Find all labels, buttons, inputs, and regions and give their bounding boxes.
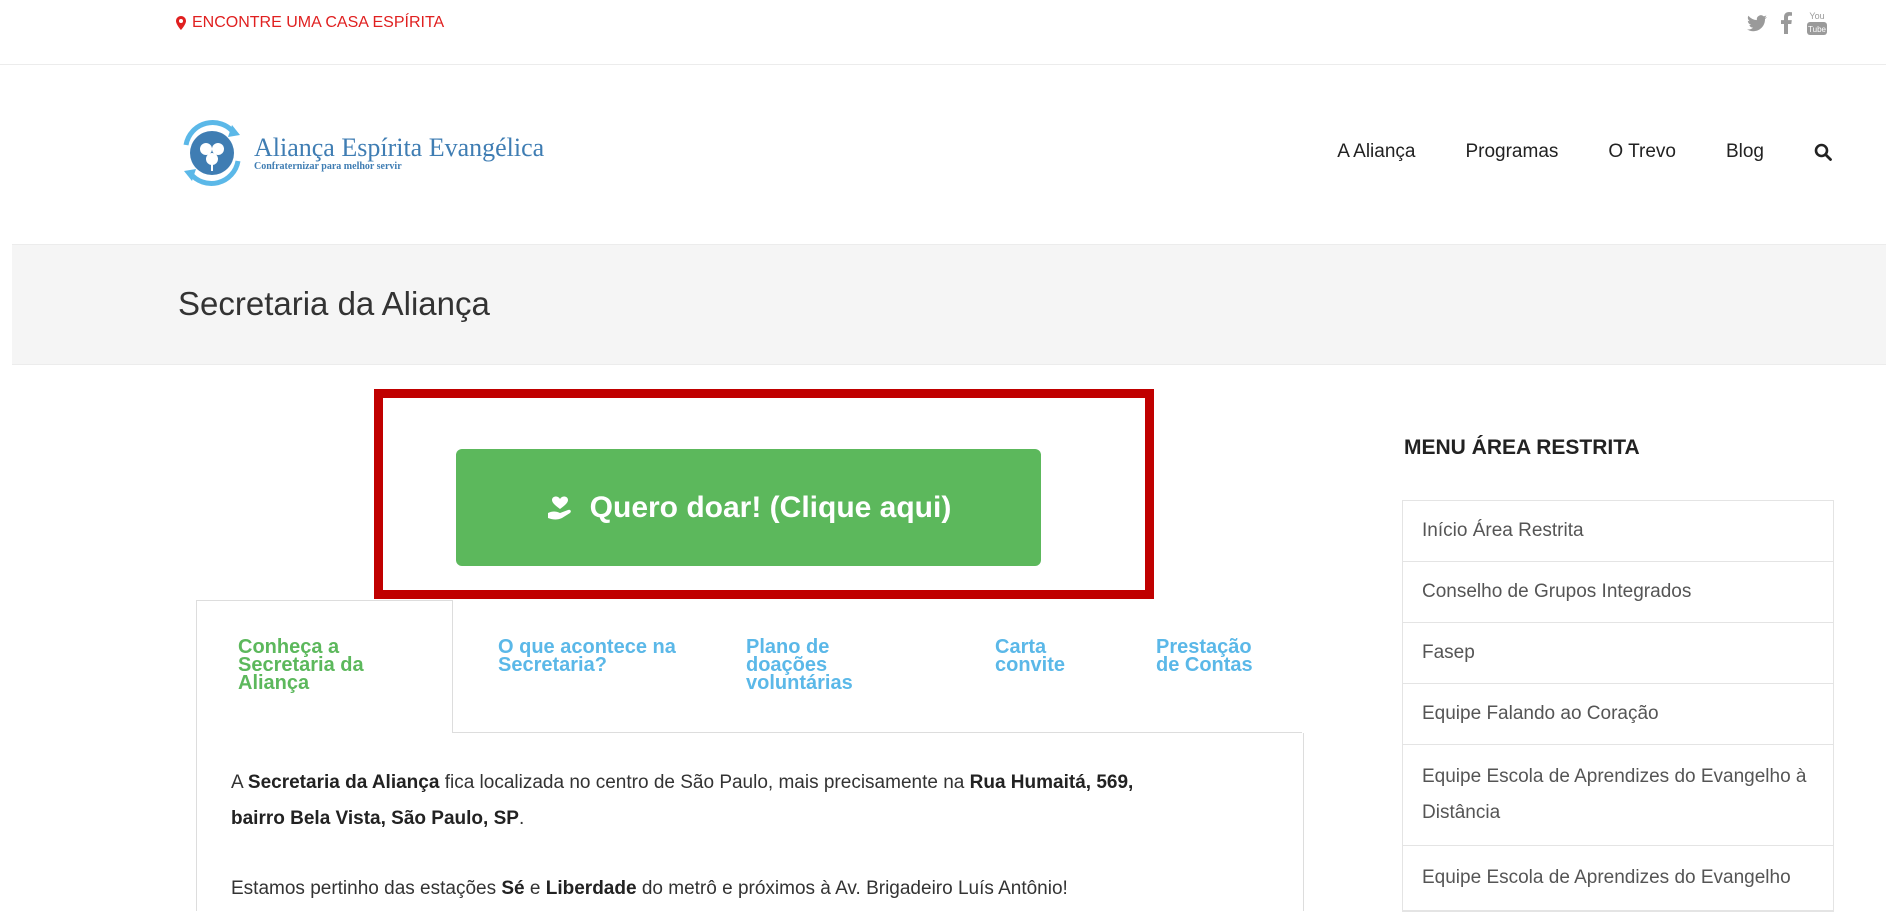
tab-plano-doacoes[interactable]: Plano de doações voluntárias xyxy=(746,637,886,693)
site-header: Aliança Espírita Evangélica Confraterniz… xyxy=(0,65,1886,243)
youtube-icon[interactable]: You Tube xyxy=(1806,10,1828,36)
sidebar-item-escola[interactable]: Equipe Escola de Aprendizes do Evangelho xyxy=(1403,846,1833,911)
sidebar-item-falando[interactable]: Equipe Falando ao Coração xyxy=(1403,684,1833,745)
search-icon[interactable] xyxy=(1814,143,1832,161)
find-center-label: ENCONTRE UMA CASA ESPÍRITA xyxy=(192,14,445,31)
hand-heart-icon xyxy=(547,495,571,519)
sidebar-item-fasep[interactable]: Fasep xyxy=(1403,623,1833,684)
page-title-bar: Secretaria da Aliança xyxy=(12,244,1886,365)
content-paragraph-1: A Secretaria da Aliança fica localizada … xyxy=(231,772,1134,829)
tab-prestacao-contas[interactable]: Prestação de Contas xyxy=(1156,637,1276,675)
social-links: You Tube xyxy=(1747,10,1828,36)
facebook-icon[interactable] xyxy=(1781,12,1792,34)
sidebar-menu: Início Área Restrita Conselho de Grupos … xyxy=(1402,500,1834,912)
nav-item-blog[interactable]: Blog xyxy=(1726,141,1764,163)
site-logo[interactable]: Aliança Espírita Evangélica Confraterniz… xyxy=(176,115,544,191)
sidebar-item-conselho[interactable]: Conselho de Grupos Integrados xyxy=(1403,562,1833,623)
svg-text:You: You xyxy=(1809,11,1824,21)
tab-content: A Secretaria da Aliança fica localizada … xyxy=(196,733,1304,911)
brand-text: Aliança Espírita Evangélica Confraterniz… xyxy=(254,132,545,172)
tab-o-que-acontece[interactable]: O que acontece na Secretaria? xyxy=(498,637,678,675)
nav-item-o-trevo[interactable]: O Trevo xyxy=(1608,141,1676,163)
nav-item-programas[interactable]: Programas xyxy=(1465,141,1558,163)
page-title: Secretaria da Aliança xyxy=(178,285,490,322)
twitter-icon[interactable] xyxy=(1747,14,1767,32)
donate-button[interactable]: Quero doar! (Clique aqui) xyxy=(456,449,1041,566)
sidebar-item-escola-distancia[interactable]: Equipe Escola de Aprendizes do Evangelho… xyxy=(1403,745,1833,846)
brand-subtitle: Confraternizar para melhor servir xyxy=(254,160,402,172)
map-pin-icon xyxy=(176,16,186,30)
content-paragraph-2: Estamos pertinho das estações Sé e Liber… xyxy=(231,878,1068,899)
donate-label: Quero doar! (Clique aqui) xyxy=(589,490,952,524)
top-bar: ENCONTRE UMA CASA ESPÍRITA You Tube xyxy=(0,0,1886,65)
find-center-link[interactable]: ENCONTRE UMA CASA ESPÍRITA xyxy=(176,14,444,32)
nav-item-alianca[interactable]: A Aliança xyxy=(1337,141,1415,163)
tab-strip: Conheça a Secretaria da Aliança O que ac… xyxy=(196,600,1302,733)
brand-title: Aliança Espírita Evangélica xyxy=(254,132,545,162)
sidebar-title: MENU ÁREA RESTRITA xyxy=(1404,436,1640,459)
tab-carta-convite[interactable]: Carta convite xyxy=(995,637,1085,675)
svg-text:Tube: Tube xyxy=(1808,25,1826,34)
tab-conheca[interactable]: Conheça a Secretaria da Aliança xyxy=(238,637,398,693)
logo-emblem-icon xyxy=(183,120,241,186)
main-nav: A Aliança Programas O Trevo Blog xyxy=(1337,141,1832,163)
sidebar-item-inicio[interactable]: Início Área Restrita xyxy=(1403,501,1833,562)
